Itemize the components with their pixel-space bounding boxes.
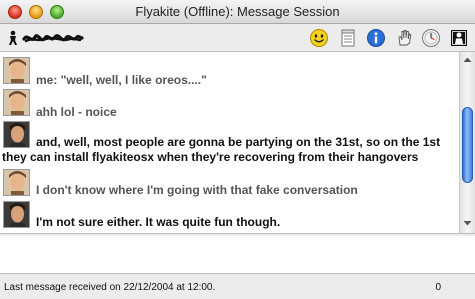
block-icon[interactable] bbox=[449, 28, 469, 48]
scroll-thumb[interactable] bbox=[462, 107, 473, 183]
hand-icon[interactable] bbox=[394, 28, 414, 48]
message-row: ahh lol - noice bbox=[0, 88, 459, 119]
message-text: I'm not sure either. It was quite fun th… bbox=[36, 215, 281, 229]
message-input[interactable] bbox=[0, 236, 475, 274]
message-text: and, well, most people are gonna be part… bbox=[36, 135, 441, 149]
toolbar bbox=[0, 25, 475, 51]
message-row: me: "well, well, I like oreos...." bbox=[0, 56, 459, 87]
info-icon[interactable] bbox=[366, 28, 386, 48]
message-text: me: "well, well, I like oreos...." bbox=[36, 73, 207, 87]
title-bar[interactable]: Flyakite (Offline): Message Session bbox=[0, 0, 475, 24]
message-row: I don't know where I'm going with that f… bbox=[0, 168, 459, 198]
message-row: I'm not sure either. It was quite fun th… bbox=[0, 200, 459, 230]
notes-icon[interactable] bbox=[338, 28, 358, 48]
my-avatar bbox=[3, 201, 30, 228]
scroll-down-arrow-icon[interactable] bbox=[460, 217, 475, 229]
vertical-scrollbar[interactable] bbox=[459, 52, 475, 233]
buddy-avatar bbox=[3, 169, 30, 196]
smiley-icon[interactable] bbox=[309, 28, 329, 48]
message-text-continuation: they can install flyakiteosx when they'r… bbox=[2, 150, 419, 164]
message-text: I don't know where I'm going with that f… bbox=[36, 183, 358, 197]
my-avatar bbox=[3, 121, 30, 148]
redacted-buddy-name bbox=[22, 34, 84, 43]
message-log[interactable]: me: "well, well, I like oreos...." ahh l… bbox=[0, 51, 475, 234]
buddy-avatar bbox=[3, 89, 30, 116]
buddy-status-icon bbox=[9, 30, 17, 45]
status-bar: Last message received on 22/12/2004 at 1… bbox=[0, 275, 475, 299]
clock-icon[interactable] bbox=[421, 28, 441, 48]
message-text: ahh lol - noice bbox=[36, 105, 117, 119]
last-message-status: Last message received on 22/12/2004 at 1… bbox=[4, 282, 216, 293]
message-row: and, well, most people are gonna be part… bbox=[0, 120, 459, 166]
scroll-up-arrow-icon[interactable] bbox=[460, 54, 475, 66]
window-title: Flyakite (Offline): Message Session bbox=[135, 4, 340, 19]
character-count: 0 bbox=[435, 282, 441, 293]
buddy-avatar bbox=[3, 57, 30, 84]
